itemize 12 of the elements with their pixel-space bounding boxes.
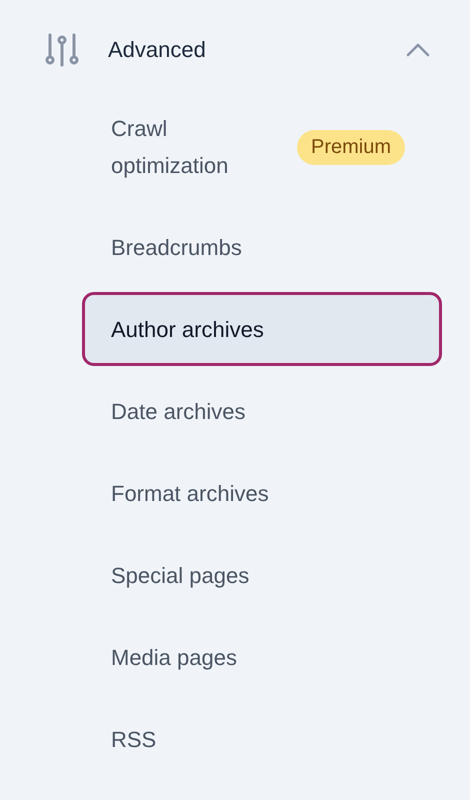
sidebar-item[interactable]: Author archives — [82, 292, 442, 366]
sidebar-item[interactable]: Date archives — [82, 374, 442, 448]
sidebar-item[interactable]: Special pages — [82, 538, 442, 612]
sidebar-item[interactable]: Crawl optimization Premium — [82, 92, 442, 202]
premium-badge: Premium — [297, 130, 406, 164]
sidebar-item[interactable]: RSS — [82, 702, 442, 776]
section-header[interactable]: Advanced — [0, 8, 430, 92]
sidebar-item[interactable]: Media pages — [82, 620, 442, 694]
sidebar-item[interactable]: Breadcrumbs — [82, 210, 442, 284]
item-label: Crawl optimization — [111, 115, 230, 180]
sliders-icon — [44, 32, 80, 68]
sidebar-item[interactable]: Format archives — [82, 456, 442, 530]
